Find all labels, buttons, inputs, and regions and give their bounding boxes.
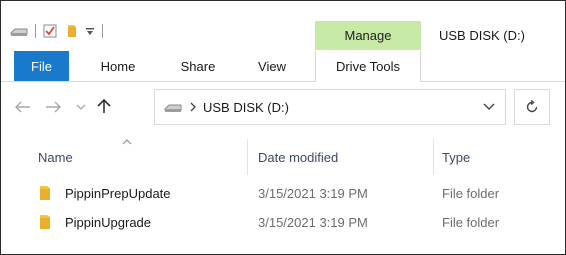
file-type: File folder xyxy=(442,185,500,201)
folder-icon xyxy=(39,211,52,233)
file-type: File folder xyxy=(442,214,500,230)
tab-share[interactable]: Share xyxy=(169,51,227,81)
breadcrumb-usb-disk[interactable]: USB DISK (D:) xyxy=(203,100,289,115)
file-date-modified: 3/15/2021 3:19 PM xyxy=(258,214,368,230)
tab-drive-tools[interactable]: Drive Tools xyxy=(315,51,421,82)
column-header-row: Name Date modified Type xyxy=(1,139,565,175)
toolbar-separator xyxy=(35,24,36,38)
tab-manage[interactable]: Manage xyxy=(315,21,421,50)
customize-toolbar-icon[interactable] xyxy=(85,25,95,37)
file-date-modified: 3/15/2021 3:19 PM xyxy=(258,185,368,201)
column-divider[interactable] xyxy=(247,139,248,175)
column-header-name[interactable]: Name xyxy=(38,139,73,175)
file-name: PippinUpgrade xyxy=(65,214,152,230)
file-row[interactable]: PippinPrepUpdate 3/15/2021 3:19 PM File … xyxy=(1,182,565,204)
drive-icon xyxy=(164,101,182,113)
address-bar[interactable]: USB DISK (D:) xyxy=(154,89,506,125)
up-arrow-icon[interactable] xyxy=(96,97,112,115)
refresh-icon xyxy=(525,100,539,114)
tab-home[interactable]: Home xyxy=(89,51,147,81)
back-arrow-icon[interactable] xyxy=(15,98,31,116)
file-row[interactable]: PippinUpgrade 3/15/2021 3:19 PM File fol… xyxy=(1,211,565,233)
folder-icon xyxy=(39,182,52,204)
tab-view[interactable]: View xyxy=(247,51,297,81)
breadcrumb-chevron-icon[interactable] xyxy=(190,102,197,112)
column-header-date-modified[interactable]: Date modified xyxy=(258,139,338,175)
ribbon-tabs: File Home Share View Drive Tools xyxy=(1,51,565,82)
refresh-button[interactable] xyxy=(514,89,550,125)
new-folder-icon[interactable] xyxy=(66,23,78,39)
recent-locations-chevron-icon[interactable] xyxy=(75,98,87,116)
file-name: PippinPrepUpdate xyxy=(65,185,171,201)
column-header-type[interactable]: Type xyxy=(442,139,470,175)
tab-file[interactable]: File xyxy=(14,51,69,81)
navigation-bar: USB DISK (D:) xyxy=(1,89,565,126)
quick-access-toolbar xyxy=(10,21,110,41)
window-title: USB DISK (D:) xyxy=(439,28,525,43)
title-bar: Manage USB DISK (D:) xyxy=(1,1,565,51)
column-divider[interactable] xyxy=(433,139,434,175)
toolbar-separator xyxy=(102,24,103,38)
drive-icon[interactable] xyxy=(10,25,28,37)
address-dropdown-icon[interactable] xyxy=(483,101,495,111)
sort-ascending-icon xyxy=(122,139,132,145)
forward-arrow-icon[interactable] xyxy=(45,98,61,116)
explorer-window: Manage USB DISK (D:) File Home Share Vie… xyxy=(0,0,566,255)
properties-checkbox-icon[interactable] xyxy=(43,24,57,38)
